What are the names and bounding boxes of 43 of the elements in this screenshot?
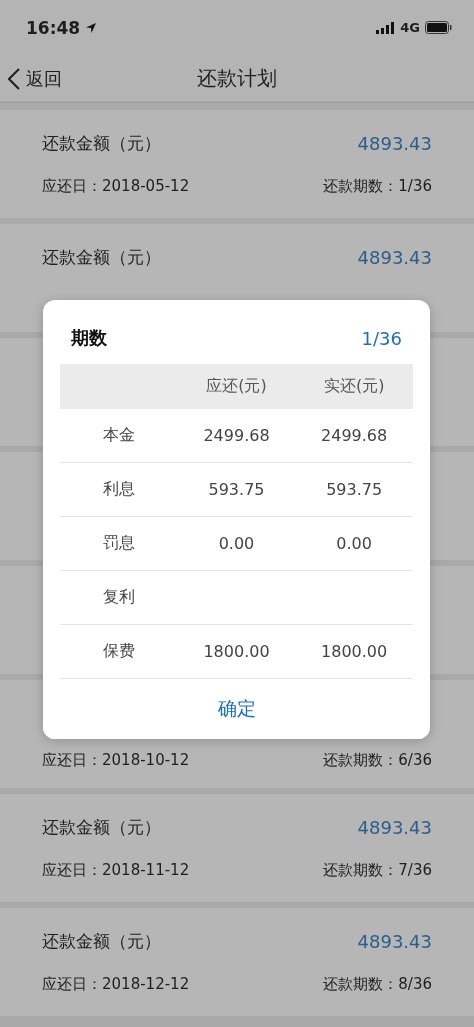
row-label: 本金: [101, 425, 136, 446]
table-cell-text: 2499.68: [202, 426, 271, 445]
amount: 4893.43: [357, 247, 432, 268]
amount: 4893.43: [357, 817, 432, 838]
installment-number: 还款期数：6/36: [323, 751, 432, 770]
row-label: 复利: [101, 587, 136, 608]
table-cell-text: 593.75: [325, 480, 384, 499]
table-cell-text: 1800.00: [320, 642, 389, 661]
confirm-button[interactable]: 确定: [43, 679, 430, 739]
due-date: 应还日：2018-12-12: [42, 975, 190, 994]
installment-card[interactable]: 还款金额（元） 4893.43 应还日：2018-05-12 还款期数：1/36: [0, 110, 474, 218]
due-date: 应还日：2018-05-12: [42, 177, 190, 196]
installment-card[interactable]: 还款金额（元） 4893.43 应还日：2018-12-12 还款期数：8/36: [0, 908, 474, 1016]
table-cell-text: 0.00: [217, 534, 256, 553]
due-date: 应还日：2018-11-12: [42, 861, 190, 880]
due-date: 应还日：2018-10-12: [42, 751, 190, 770]
card-title: 还款金额（元）: [42, 816, 161, 839]
signal-icon: [376, 21, 396, 34]
installment-number: 还款期数：1/36: [323, 177, 432, 196]
chevron-left-icon: [8, 68, 20, 90]
amount: 4893.43: [357, 931, 432, 952]
installment-number: 还款期数：8/36: [323, 975, 432, 994]
card-title: 还款金额（元）: [42, 930, 161, 953]
battery-icon: [425, 21, 452, 34]
location-icon: [85, 21, 98, 34]
column-header: 实还(元): [322, 376, 386, 397]
table-cell-text: 2499.68: [320, 426, 389, 445]
table-cell-text: 593.75: [207, 480, 266, 499]
card-title: 还款金额（元）: [42, 132, 161, 155]
clock: 16:48: [26, 17, 81, 38]
amount: 4893.43: [357, 133, 432, 154]
installment-number: 还款期数：7/36: [323, 861, 432, 880]
network-type: 4G: [400, 20, 420, 35]
column-header: 应还(元): [205, 376, 268, 397]
table-cell-text: 0.00: [335, 534, 373, 553]
row-label: 保费: [101, 641, 136, 662]
row-label: 利息: [101, 479, 136, 500]
page-title: 还款计划: [197, 64, 277, 92]
row-label: 罚息: [101, 533, 136, 554]
table-cell-text: 1800.00: [202, 642, 271, 661]
installment-card[interactable]: 还款金额（元） 4893.43 应还日：2018-11-12 还款期数：7/36: [0, 794, 474, 902]
back-button[interactable]: 返回: [4, 63, 66, 95]
card-title: 还款金额（元）: [42, 246, 161, 269]
